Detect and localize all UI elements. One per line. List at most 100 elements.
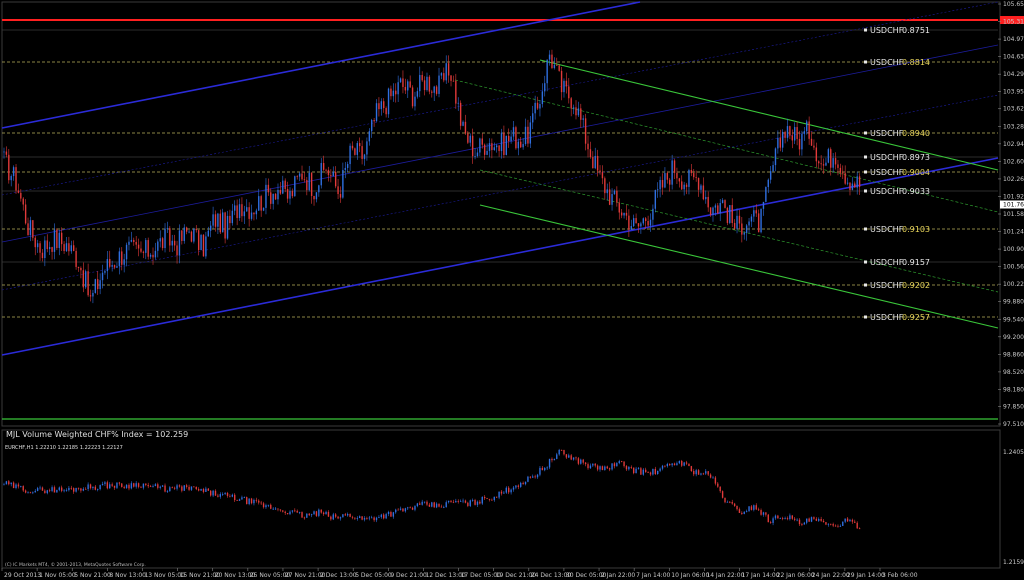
candle-body [390, 88, 392, 97]
candle-body [572, 457, 575, 460]
candle-body [116, 482, 118, 488]
candle-body [212, 214, 214, 226]
candle-body [416, 91, 419, 97]
candle-body [260, 502, 262, 504]
candle-body [378, 517, 380, 518]
candle-body [657, 470, 659, 475]
candle-body [17, 190, 20, 193]
candle-body [371, 120, 373, 132]
candle-body [801, 133, 803, 150]
level-symbol: USDCHF [870, 58, 904, 67]
candle-body [147, 484, 149, 487]
candle-body [498, 491, 500, 498]
level-value: 0.8751 [902, 26, 930, 35]
candle-body [760, 510, 762, 515]
candle-body [669, 463, 671, 466]
candle-body [729, 501, 731, 503]
candle-body [334, 171, 337, 187]
level-value: 0.9257 [902, 313, 930, 322]
candle-body [753, 505, 755, 510]
candle-body [839, 525, 842, 527]
candle-body [503, 492, 505, 494]
candle-body [193, 228, 195, 242]
candle-body [676, 172, 678, 179]
candle-body [450, 500, 452, 502]
candle-body [125, 484, 128, 488]
level-symbol: USDCHF [870, 313, 904, 322]
candle-body [111, 265, 113, 267]
candle-body [289, 191, 291, 199]
candle-body [808, 121, 810, 139]
candle-body [366, 518, 368, 519]
candle-body [779, 137, 781, 148]
candle-body [495, 145, 498, 148]
candle-body [803, 131, 806, 134]
candle-body [556, 454, 558, 459]
candle-body [183, 227, 185, 241]
candle-body [813, 145, 815, 148]
time-label: 8 Nov 13:00 [109, 572, 146, 579]
candle-body [128, 484, 130, 489]
candle-body [56, 229, 58, 248]
candle-body [231, 494, 234, 497]
candle-body [197, 489, 200, 491]
candle-body [769, 171, 772, 180]
candle-body [385, 108, 387, 115]
candle-body [760, 208, 762, 233]
price-tick-label: 104.630 [1003, 54, 1024, 61]
candle-body [68, 487, 70, 491]
time-label: 22 Jan 06:00 [777, 572, 815, 579]
candle-body [291, 191, 294, 197]
candle-body [399, 508, 402, 510]
candle-body [262, 207, 265, 211]
price-tick-label: 101.580 [1003, 211, 1024, 218]
candle-body [36, 243, 39, 248]
candle-body [118, 482, 121, 484]
candle-body [820, 519, 822, 521]
time-label: 5 Nov 21:00 [74, 572, 111, 579]
candle-body [414, 96, 416, 107]
candle-body [390, 511, 392, 517]
price-tick-label: 104.290 [1003, 71, 1024, 78]
candle-body [772, 165, 774, 172]
candle-body [322, 512, 325, 515]
candle-body [87, 271, 89, 296]
candle-body [702, 185, 705, 200]
candle-body [462, 500, 464, 502]
candle-body [822, 164, 825, 166]
candle-body [301, 512, 303, 518]
candle-body [673, 160, 676, 173]
candle-body [731, 205, 733, 224]
candle-body [827, 149, 830, 163]
candle-body [161, 485, 164, 487]
candle-body [632, 218, 635, 227]
candle-body [94, 279, 97, 293]
candle-body [520, 141, 522, 148]
candle-body [604, 178, 606, 194]
candle-body [644, 218, 647, 222]
level-marker [864, 155, 867, 159]
candle-body [652, 468, 654, 475]
candle-body [798, 519, 801, 525]
candle-body [825, 162, 827, 166]
candle-body [592, 157, 594, 169]
candle-body [584, 462, 587, 465]
candle-body [791, 135, 794, 141]
candle-body [635, 218, 637, 224]
candle-body [854, 183, 856, 188]
candle-body [604, 466, 606, 470]
candle-body [41, 487, 44, 491]
candle-body [332, 171, 334, 177]
price-tick-label: 103.620 [1003, 106, 1024, 113]
chart-canvas[interactable]: USDCHF0.8751USDCHF0.8814USDCHF0.8940USDC… [0, 0, 1024, 580]
candle-body [296, 176, 298, 178]
time-label: 5 Dec 05:00 [355, 572, 392, 579]
candle-body [572, 107, 575, 109]
candle-body [214, 214, 217, 227]
time-label: 29 Jan 14:00 [847, 572, 885, 579]
candle-body [361, 516, 363, 520]
candle-body [462, 121, 464, 126]
candle-body [459, 102, 462, 126]
candle-body [80, 267, 82, 271]
candle-body [212, 490, 214, 496]
